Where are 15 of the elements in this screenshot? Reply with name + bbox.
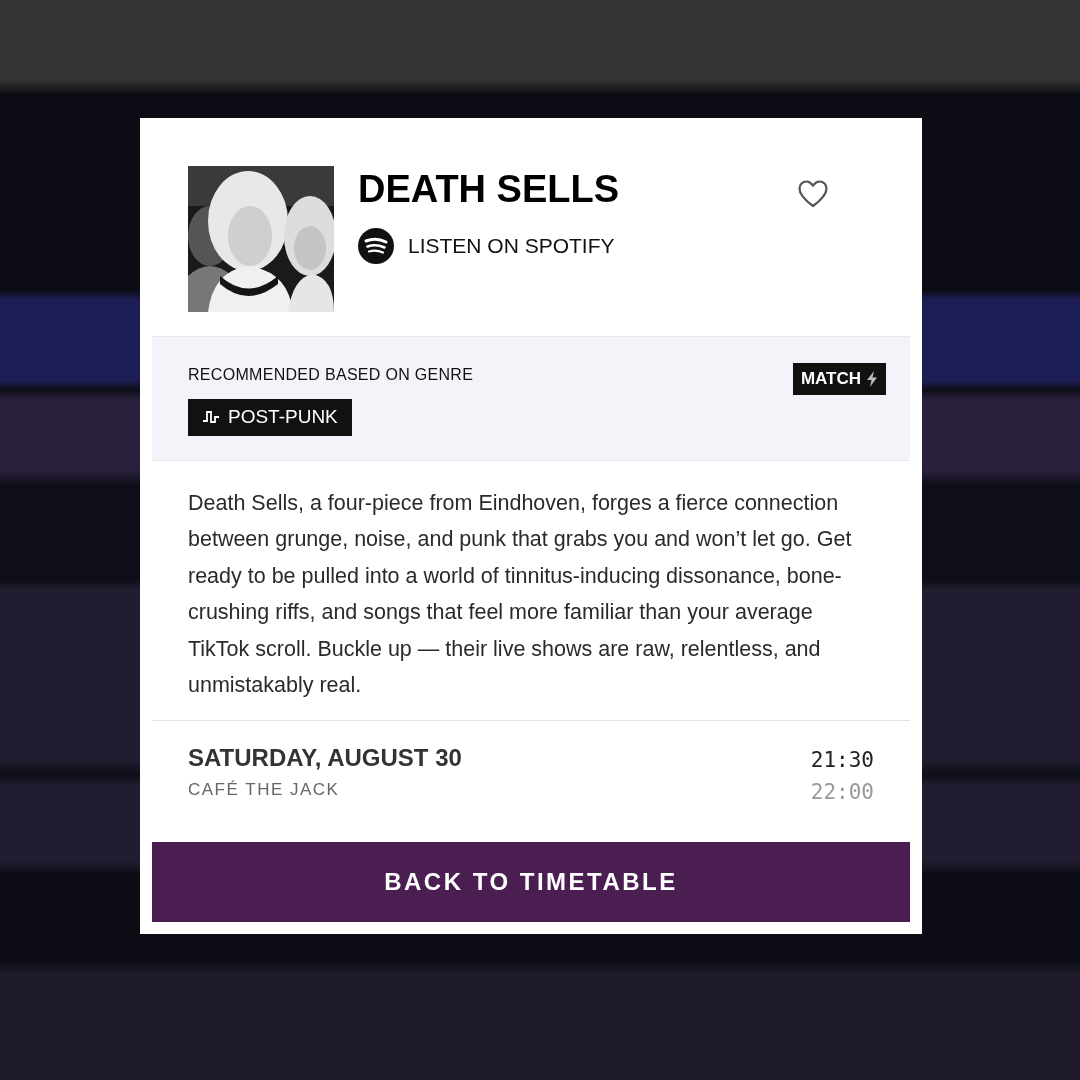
artist-name: DEATH SELLS (358, 170, 620, 208)
end-time: 22:00 (810, 778, 874, 806)
pulse-wave-icon (202, 409, 220, 426)
back-button[interactable]: BACK TO TIMETABLE (152, 842, 910, 923)
performance-date: SATURDAY, AUGUST 30 (188, 745, 462, 772)
lightning-icon (866, 370, 878, 387)
heart-icon[interactable] (798, 180, 828, 208)
match-tag: MATCH (792, 363, 886, 395)
start-time: 21:30 (810, 747, 874, 775)
artist-description: Death Sells, a four-piece from Eindhoven, forges a fierce connection between grunge, noise, and punk that grabs you and won’t let go. Get ready to be pulled into a world of tinnitus-inducing dissonance, bone-crushing riffs, and songs that feel more familiar than your average TikTok scroll. Buckle up — their live shows are raw, relentless, and unmistakably real. (187, 489, 853, 700)
genre-tag: POST-PUNK (188, 399, 352, 436)
spotify-link[interactable]: LISTEN ON SPOTIFY (358, 228, 615, 264)
venue-name: CAFÉ THE JACK (188, 779, 341, 802)
spotify-icon (358, 228, 394, 264)
recommendation-label: RECOMMENDED BASED ON GENRE (188, 365, 474, 385)
